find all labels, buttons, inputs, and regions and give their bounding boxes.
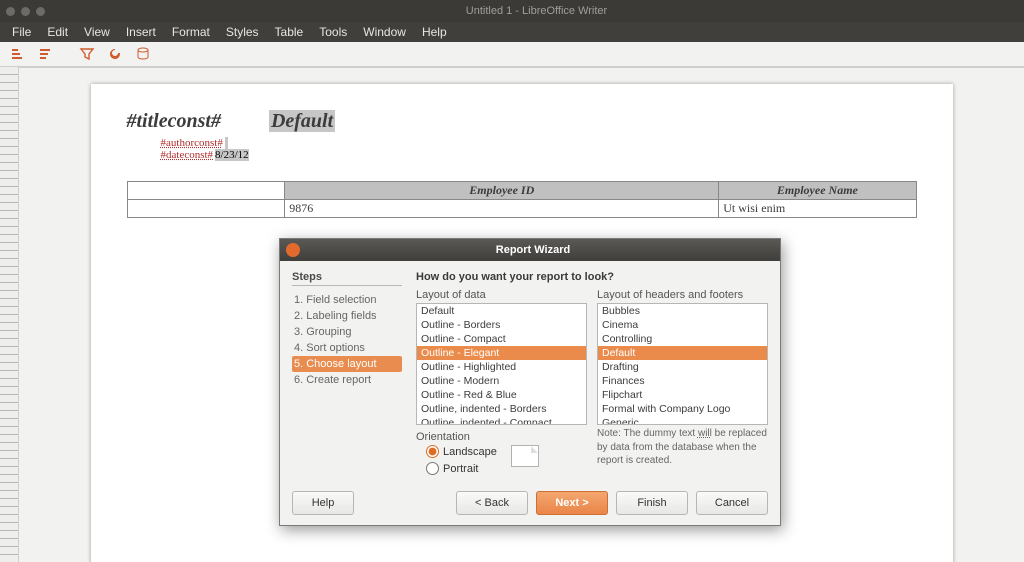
cell-employee-id: 9876 [285,200,719,218]
list-item[interactable]: Outline - Elegant [417,346,586,360]
report-wizard-dialog: Report Wizard Steps 1. Field selection 2… [279,238,781,526]
cancel-button[interactable]: Cancel [696,491,768,515]
window-maximize-icon[interactable] [36,7,45,16]
menu-help[interactable]: Help [414,23,455,41]
report-date-value: 8/23/12 [215,149,249,161]
report-author-token: #authorconst# [161,137,223,149]
list-item[interactable]: Controlling [598,332,767,346]
menu-file[interactable]: File [4,23,39,41]
table-header-employee-name: Employee Name [719,182,916,200]
list-item[interactable]: Drafting [598,360,767,374]
page-orientation-icon [511,445,539,467]
layout-data-label: Layout of data [416,289,587,301]
toolbar-db-icon[interactable] [132,43,154,65]
steps-list: 1. Field selection 2. Labeling fields 3.… [292,292,402,388]
list-item[interactable]: Outline - Borders [417,318,586,332]
toolbar-refresh-icon[interactable] [104,43,126,65]
list-item[interactable]: Finances [598,374,767,388]
toolbar-sort-desc-icon[interactable] [34,43,56,65]
menu-window[interactable]: Window [355,23,414,41]
list-item[interactable]: Default [417,304,586,318]
steps-heading: Steps [292,271,402,286]
window-title: Untitled 1 - LibreOffice Writer [55,5,1018,17]
list-item[interactable]: Outline, indented - Borders [417,402,586,416]
step-2[interactable]: 2. Labeling fields [292,308,402,324]
vertical-ruler [0,67,19,562]
finish-button[interactable]: Finish [616,491,688,515]
menu-table[interactable]: Table [267,23,312,41]
help-button[interactable]: Help [292,491,354,515]
dialog-close-icon[interactable] [286,243,300,257]
orientation-landscape[interactable]: Landscape [426,445,497,458]
step-4[interactable]: 4. Sort options [292,340,402,356]
list-item[interactable]: Outline - Compact [417,332,586,346]
toolbar [0,42,1024,67]
report-table: Employee ID Employee Name 9876 Ut wisi e… [127,181,917,218]
dialog-question: How do you want your report to look? [416,271,768,283]
step-1[interactable]: 1. Field selection [292,292,402,308]
menu-view[interactable]: View [76,23,118,41]
list-item[interactable]: Outline - Red & Blue [417,388,586,402]
table-row: 9876 Ut wisi enim [127,200,916,218]
orientation-label: Orientation [416,431,587,443]
menu-styles[interactable]: Styles [218,23,267,41]
menu-insert[interactable]: Insert [118,23,164,41]
menu-tools[interactable]: Tools [311,23,355,41]
list-item[interactable]: Cinema [598,318,767,332]
table-header-employee-id: Employee ID [285,182,719,200]
toolbar-filter-icon[interactable] [76,43,98,65]
cell-employee-name: Ut wisi enim [719,200,916,218]
list-item[interactable]: Bubbles [598,304,767,318]
report-title-token: #titleconst# [127,110,221,133]
back-button[interactable]: < Back [456,491,528,515]
orientation-portrait[interactable]: Portrait [426,462,497,475]
list-item[interactable]: Default [598,346,767,360]
list-item[interactable]: Flipchart [598,388,767,402]
window-close-icon[interactable] [6,7,15,16]
window-minimize-icon[interactable] [21,7,30,16]
step-6[interactable]: 6. Create report [292,372,402,388]
layout-hf-label: Layout of headers and footers [597,289,768,301]
step-3[interactable]: 3. Grouping [292,324,402,340]
report-date-token: #dateconst# [161,149,214,161]
list-item[interactable]: Outline - Modern [417,374,586,388]
dialog-note: Note: The dummy text will be replaced by… [597,427,768,468]
list-item[interactable]: Outline, indented - Compact [417,416,586,425]
menubar: File Edit View Insert Format Styles Tabl… [0,22,1024,42]
toolbar-sort-asc-icon[interactable] [6,43,28,65]
menu-format[interactable]: Format [164,23,218,41]
list-item[interactable]: Generic [598,416,767,425]
next-button[interactable]: Next > [536,491,608,515]
layout-data-listbox[interactable]: DefaultOutline - BordersOutline - Compac… [416,303,587,425]
step-5[interactable]: 5. Choose layout [292,356,402,372]
list-item[interactable]: Outline - Highlighted [417,360,586,374]
layout-hf-listbox[interactable]: BubblesCinemaControllingDefaultDraftingF… [597,303,768,425]
menu-edit[interactable]: Edit [39,23,76,41]
list-item[interactable]: Formal with Company Logo [598,402,767,416]
report-meta: #authorconst# #dateconst#8/23/12 [161,137,917,161]
window-titlebar: Untitled 1 - LibreOffice Writer [0,0,1024,22]
report-title-value: Default [269,110,335,132]
dialog-title: Report Wizard [308,244,758,256]
